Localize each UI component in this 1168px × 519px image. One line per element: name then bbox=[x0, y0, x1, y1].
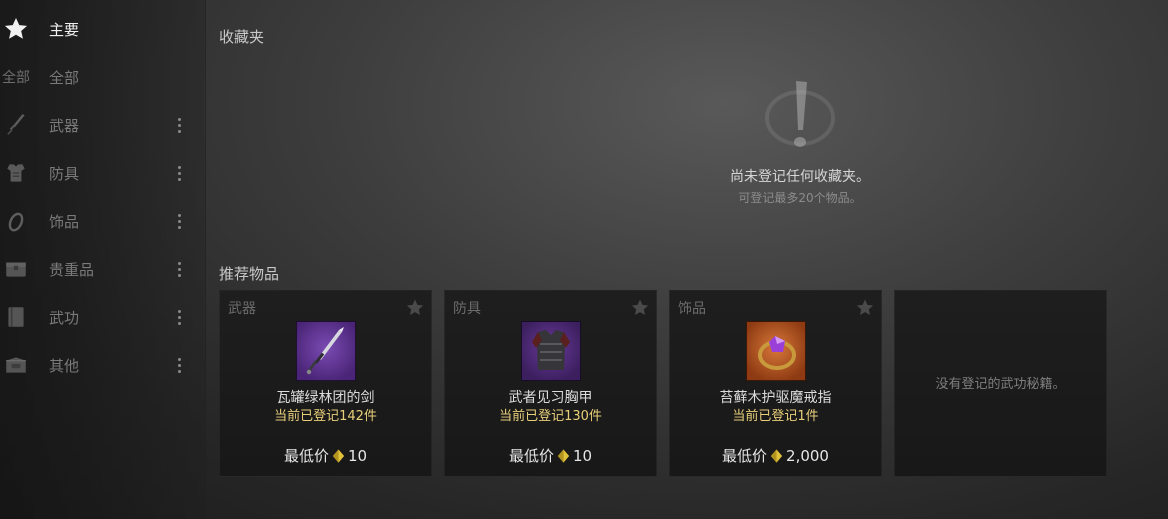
card-registered-count: 当前已登记1件 bbox=[732, 409, 819, 424]
sidebar-item-label: 武功 bbox=[49, 308, 80, 327]
sword-item-icon bbox=[296, 321, 356, 381]
card-category: 防具 bbox=[453, 301, 481, 317]
star-icon bbox=[3, 16, 29, 42]
more-options-icon[interactable] bbox=[172, 258, 186, 280]
card-category: 饰品 bbox=[678, 301, 706, 317]
silver-gem-icon bbox=[770, 448, 783, 463]
sidebar-item-label: 贵重品 bbox=[49, 260, 95, 279]
sidebar-item-accessory[interactable]: 饰品 bbox=[0, 201, 200, 241]
favorites-title: 收藏夹 bbox=[219, 28, 265, 46]
price-value: 10 bbox=[572, 446, 593, 465]
favorite-star-icon[interactable] bbox=[405, 298, 425, 318]
chestplate-item-icon bbox=[521, 321, 581, 381]
all-mini-label: 全部 bbox=[2, 70, 30, 86]
ring-item-icon bbox=[746, 321, 806, 381]
sword-icon bbox=[3, 112, 29, 138]
sidebar-item-all[interactable]: 全部 全部 bbox=[0, 57, 200, 97]
more-options-icon[interactable] bbox=[172, 210, 186, 232]
sidebar-item-label: 武器 bbox=[49, 116, 80, 135]
box-icon bbox=[3, 352, 29, 378]
price-value: 2,000 bbox=[786, 446, 829, 465]
card-price: 最低价 2,000 bbox=[670, 445, 881, 466]
sidebar-item-label: 全部 bbox=[49, 68, 80, 87]
sidebar-item-label: 防具 bbox=[49, 164, 80, 183]
favorites-empty-state: 尚未登记任何收藏夹。 可登记最多20个物品。 bbox=[690, 78, 910, 206]
sidebar-item-weapon[interactable]: 武器 bbox=[0, 105, 200, 145]
silver-gem-icon bbox=[332, 448, 345, 463]
recommended-card-accessory[interactable]: 饰品 苔藓木护驱魔戒指 当前已登记1件 最低价 2,000 bbox=[669, 290, 882, 477]
card-item-name: 武者见习胸甲 bbox=[508, 390, 593, 406]
empty-card-message: 没有登记的武功秘籍。 bbox=[935, 377, 1066, 392]
sidebar-item-main[interactable]: 主要 bbox=[0, 9, 200, 49]
sidebar-item-other[interactable]: 其他 bbox=[0, 345, 200, 385]
favorite-star-icon[interactable] bbox=[630, 298, 650, 318]
more-options-icon[interactable] bbox=[172, 306, 186, 328]
price-label: 最低价 bbox=[722, 447, 768, 465]
sidebar-item-label: 主要 bbox=[49, 20, 80, 39]
card-registered-count: 当前已登记142件 bbox=[274, 409, 377, 424]
ring-icon bbox=[3, 208, 29, 234]
more-options-icon[interactable] bbox=[172, 162, 186, 184]
armor-icon bbox=[3, 160, 29, 186]
more-options-icon[interactable] bbox=[172, 354, 186, 376]
price-label: 最低价 bbox=[283, 447, 329, 465]
sidebar-item-martial-arts[interactable]: 武功 bbox=[0, 297, 200, 337]
recommended-card-empty: 没有登记的武功秘籍。 bbox=[894, 290, 1107, 477]
card-registered-count: 当前已登记130件 bbox=[499, 409, 602, 424]
favorite-star-icon[interactable] bbox=[855, 298, 875, 318]
exclamation-icon bbox=[760, 78, 840, 158]
price-value: 10 bbox=[347, 446, 368, 465]
recommended-card-weapon[interactable]: 武器 瓦罐绿林团的剑 当前已登记142件 最低价 10 bbox=[219, 290, 432, 477]
sidebar-item-label: 其他 bbox=[49, 356, 80, 375]
sidebar-item-label: 饰品 bbox=[49, 212, 80, 231]
card-item-name: 瓦罐绿林团的剑 bbox=[276, 390, 375, 406]
price-label: 最低价 bbox=[508, 447, 554, 465]
sidebar-item-armor[interactable]: 防具 bbox=[0, 153, 200, 193]
favorites-empty-hint: 可登记最多20个物品。 bbox=[738, 191, 862, 205]
book-icon bbox=[3, 304, 29, 330]
recommended-card-armor[interactable]: 防具 武者见习胸甲 当前已登记130件 最低价 10 bbox=[444, 290, 657, 477]
card-price: 最低价 10 bbox=[445, 445, 656, 466]
recommended-title: 推荐物品 bbox=[219, 265, 280, 283]
card-category: 武器 bbox=[228, 301, 256, 317]
favorites-empty-message: 尚未登记任何收藏夹。 bbox=[730, 169, 870, 185]
silver-gem-icon bbox=[557, 448, 570, 463]
chest-icon bbox=[3, 256, 29, 282]
card-item-name: 苔藓木护驱魔戒指 bbox=[719, 390, 832, 406]
more-options-icon[interactable] bbox=[172, 114, 186, 136]
category-sidebar: 主要 全部 全部 武器 防具 饰品 贵重品 武功 其他 bbox=[0, 0, 206, 519]
card-price: 最低价 10 bbox=[220, 445, 431, 466]
sidebar-item-valuables[interactable]: 贵重品 bbox=[0, 249, 200, 289]
